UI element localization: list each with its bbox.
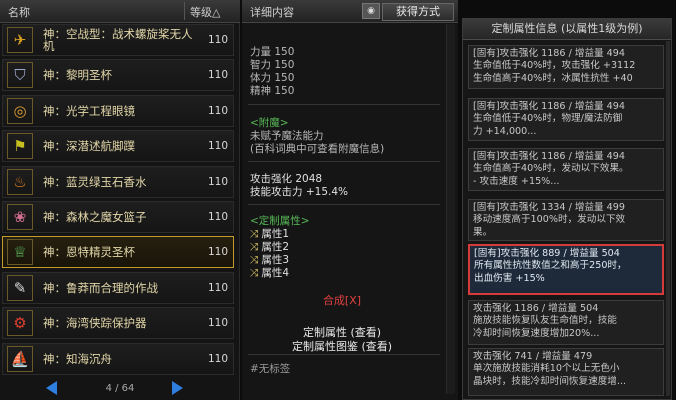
item-name: 神：森林之魔女篮子: [43, 210, 147, 224]
chalice-icon: ♕: [7, 239, 33, 266]
card-line: 所有属性抗性数值之和高于250时，: [474, 260, 627, 272]
name-column-header[interactable]: 名称: [8, 4, 30, 20]
card-line: 生命值低于40%时，攻击强化 +3112: [473, 60, 636, 72]
item-name: 神：海湾侠踪保护器: [43, 316, 147, 331]
card-line: 攻击强化 1186 / 增益量 504: [473, 303, 599, 314]
item-level: 110: [208, 211, 229, 223]
item-row[interactable]: ⛉ 神：黎明圣杯 110: [2, 59, 234, 92]
page-number: 4 / 64: [105, 383, 135, 394]
skill-attack: 技能攻击力 +15.4%: [250, 186, 348, 198]
custom-prop-card: [固有]攻击强化 1186 / 增益量 494 生命值低于40%时，攻击强化 +3…: [468, 45, 664, 89]
enchant-hint: (百科词典中可查看附魔信息): [250, 143, 385, 155]
custom-prop-card: 攻击强化 741 / 增益量 479 单次施放技能消耗10个以上无色小 晶块时，技能…: [468, 348, 664, 396]
card-line: 单次施放技能消耗10个以上无色小: [473, 363, 620, 375]
card-line: 冷却时间恢复速度增加20%...: [473, 327, 600, 339]
boat-icon: ⛵: [7, 345, 33, 372]
card-line: 力 +14,000...: [473, 125, 537, 137]
item-level: 110: [208, 281, 229, 294]
item-row[interactable]: ♨ 神：蓝灵绿玉石香水 110: [2, 165, 234, 198]
perfume-icon: ♨: [7, 168, 33, 195]
item-name: 神：恩特精灵圣杯: [43, 245, 135, 260]
item-row[interactable]: ♕ 神：恩特精灵圣杯 110: [2, 236, 234, 269]
header-divider: [184, 2, 185, 20]
item-row[interactable]: ✎ 神：鲁莽而合理的作战 110: [2, 271, 234, 304]
custom-props-info-title: 定制属性信息 (以属性1级为例): [463, 19, 671, 40]
item-level: 110: [208, 352, 229, 365]
protector-icon: ⚙: [7, 310, 33, 337]
item-name: 神：知海沉舟: [43, 351, 112, 366]
custom-prop-card: [固有]攻击强化 1186 / 增益量 494 生命值低于40%时，物理/魔法防御…: [468, 98, 664, 141]
item-name: 神：鲁莽而合理的作战: [43, 280, 158, 295]
tag-label: #无标签: [250, 363, 291, 375]
card-line: 生命值高于40%时，冰属性抗性 +40: [473, 72, 633, 84]
detail-panel: 详细内容 ◉ 获得方式 力量 150 智力 150 体力 150 精神 150 …: [242, 0, 458, 400]
item-level: 110: [208, 69, 229, 82]
flipper-icon: ⚑: [7, 133, 33, 160]
card-line: - 攻击速度 +15%...: [473, 175, 560, 187]
card-line: [固有]攻击强化 1334 / 增益量 499: [473, 202, 625, 213]
card-line: 施放技能恢复队友生命值时，技能: [473, 315, 617, 327]
custom-prop-card: [固有]攻击强化 1334 / 增益量 499 移动速度高于100%时，发动以下效…: [468, 199, 664, 241]
card-line: 移动速度高于100%时，发动以下效: [473, 214, 626, 226]
divider: [248, 161, 440, 162]
item-row[interactable]: ⚑ 神：深潜述航脚蹼 110: [2, 130, 234, 163]
custom-props-atlas-link[interactable]: 定制属性图鉴 (查看): [242, 338, 442, 354]
compose-label: 合成[X]: [322, 294, 362, 307]
item-level: 110: [208, 104, 229, 117]
divider: [248, 354, 440, 355]
item-level: 110: [208, 175, 229, 188]
card-line: [固有]攻击强化 1186 / 增益量 494: [473, 48, 625, 59]
grail-icon: ⛉: [7, 62, 33, 89]
scroll-icon: ✎: [7, 274, 33, 301]
obtain-method-button[interactable]: 获得方式: [382, 3, 454, 21]
custom-props-info-panel: 定制属性信息 (以属性1级为例) [固有]攻击强化 1186 / 增益量 494…: [462, 18, 672, 400]
custom-prop-4: ⤨ 属性4: [250, 267, 290, 279]
detail-header: 详细内容 ◉ 获得方式: [242, 0, 458, 23]
basket-icon: ❀: [7, 204, 33, 230]
item-name: 神：蓝灵绿玉石香水: [43, 174, 147, 189]
item-list-panel: 名称 等级△ ✈ 神：空战型：战术螺旋桨无人机 110 ⛉ 神：黎明圣杯 110 ◎ 神：光学…: [0, 0, 240, 400]
card-line: 攻击强化 741 / 增益量 479: [473, 351, 593, 362]
card-line: 果。: [473, 226, 493, 238]
custom-prop-card: [固有]攻击强化 1186 / 增益量 494 生命值高于40%时，发动以下效果。…: [468, 148, 664, 191]
card-line: [固有]攻击强化 1186 / 增益量 494: [473, 101, 625, 112]
detail-title: 详细内容: [250, 6, 294, 19]
item-row[interactable]: ⚙ 神：海湾侠踪保护器 110: [2, 307, 234, 340]
card-line: [固有]攻击强化 1186 / 增益量 494: [473, 151, 625, 162]
divider: [248, 204, 440, 205]
card-line: 晶块时，技能冷却时间恢复速度增...: [473, 375, 627, 387]
custom-prop-card: 攻击强化 1186 / 增益量 504 施放技能恢复队友生命值时，技能 冷却时间恢复…: [468, 300, 664, 345]
item-name: 神：黎明圣杯: [43, 68, 112, 83]
item-row[interactable]: ✈ 神：空战型：战术螺旋桨无人机 110: [2, 24, 234, 56]
item-name: 神：光学工程眼镜: [43, 103, 135, 118]
info-scrollbar[interactable]: [666, 41, 670, 396]
item-level: 110: [208, 317, 229, 330]
shuffle-icon: ⤨: [250, 267, 259, 279]
item-level: 110: [208, 34, 229, 46]
card-line: 生命值低于40%时，物理/魔法防御: [473, 113, 623, 125]
item-row[interactable]: ⛵ 神：知海沉舟 110: [2, 342, 234, 375]
stat-spirit: 精神 150: [250, 85, 295, 97]
card-line: [固有]攻击强化 889 / 增益量 504: [474, 248, 620, 259]
level-column-header[interactable]: 等级△: [190, 4, 220, 20]
pagination: 4 / 64: [0, 378, 240, 398]
list-header: 名称 等级△: [0, 0, 240, 23]
item-name: 神：深潜述航脚蹼: [43, 139, 135, 154]
goggles-icon: ◎: [7, 97, 33, 124]
prev-page-icon[interactable]: [46, 381, 57, 395]
card-line: 生命值高于40%时，发动以下效果。: [473, 163, 629, 175]
detail-scrollbar[interactable]: [446, 24, 455, 394]
divider: [248, 104, 440, 105]
eye-icon[interactable]: ◉: [362, 3, 380, 19]
card-line: 出血伤害 +15%: [474, 272, 545, 284]
item-row[interactable]: ◎ 神：光学工程眼镜 110: [2, 94, 234, 127]
next-page-icon[interactable]: [172, 381, 183, 395]
custom-prop-card-highlighted: [固有]攻击强化 889 / 增益量 504 所有属性抗性数值之和高于250时，出…: [468, 244, 664, 295]
item-level: 110: [208, 246, 229, 259]
item-level: 110: [208, 140, 229, 153]
item-row[interactable]: ❀ 神：森林之魔女篮子 110: [2, 201, 234, 233]
drone-icon: ✈: [7, 27, 33, 53]
item-name: 神：空战型：战术螺旋桨无人机: [43, 27, 193, 53]
